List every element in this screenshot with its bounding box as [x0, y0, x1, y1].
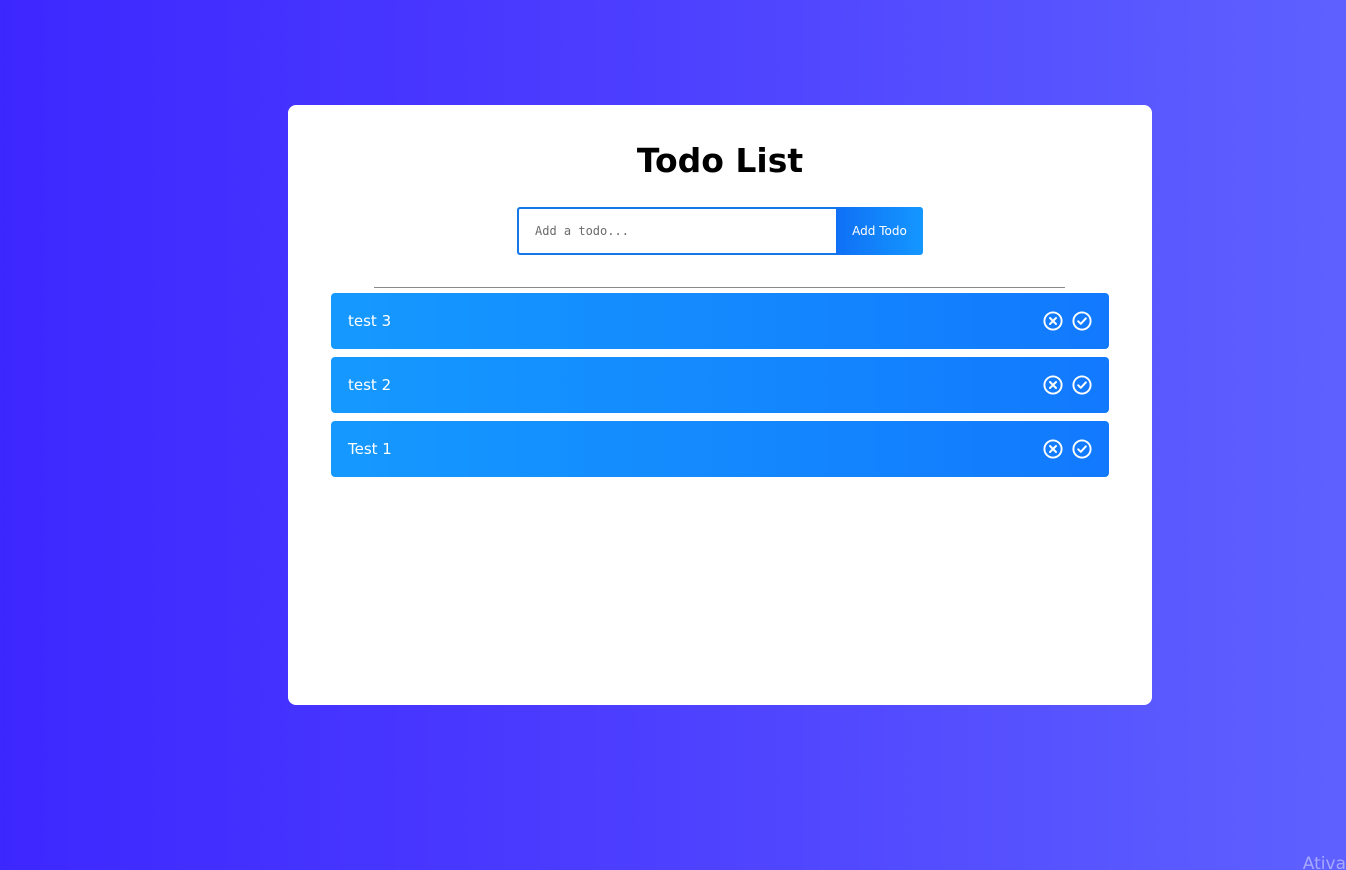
divider	[374, 287, 1065, 288]
circle-x-icon[interactable]	[1043, 375, 1063, 395]
circle-x-icon[interactable]	[1043, 439, 1063, 459]
circle-check-icon[interactable]	[1072, 311, 1092, 331]
todo-input[interactable]	[517, 207, 836, 255]
todo-actions	[1043, 439, 1092, 459]
todo-item: test 2	[331, 357, 1109, 413]
todo-actions	[1043, 375, 1092, 395]
todo-card: Todo List Add Todo test 3 test 2	[288, 105, 1152, 705]
todo-actions	[1043, 311, 1092, 331]
todo-item: Test 1	[331, 421, 1109, 477]
circle-check-icon[interactable]	[1072, 375, 1092, 395]
watermark-text: Ativa	[1302, 854, 1346, 870]
todo-list: test 3 test 2 Test 1	[331, 293, 1109, 485]
todo-text: Test 1	[348, 440, 392, 458]
circle-x-icon[interactable]	[1043, 311, 1063, 331]
add-todo-button[interactable]: Add Todo	[836, 207, 923, 255]
page-title: Todo List	[636, 141, 804, 180]
add-todo-form: Add Todo	[517, 207, 923, 255]
todo-text: test 3	[348, 312, 392, 330]
todo-text: test 2	[348, 376, 392, 394]
todo-item: test 3	[331, 293, 1109, 349]
circle-check-icon[interactable]	[1072, 439, 1092, 459]
